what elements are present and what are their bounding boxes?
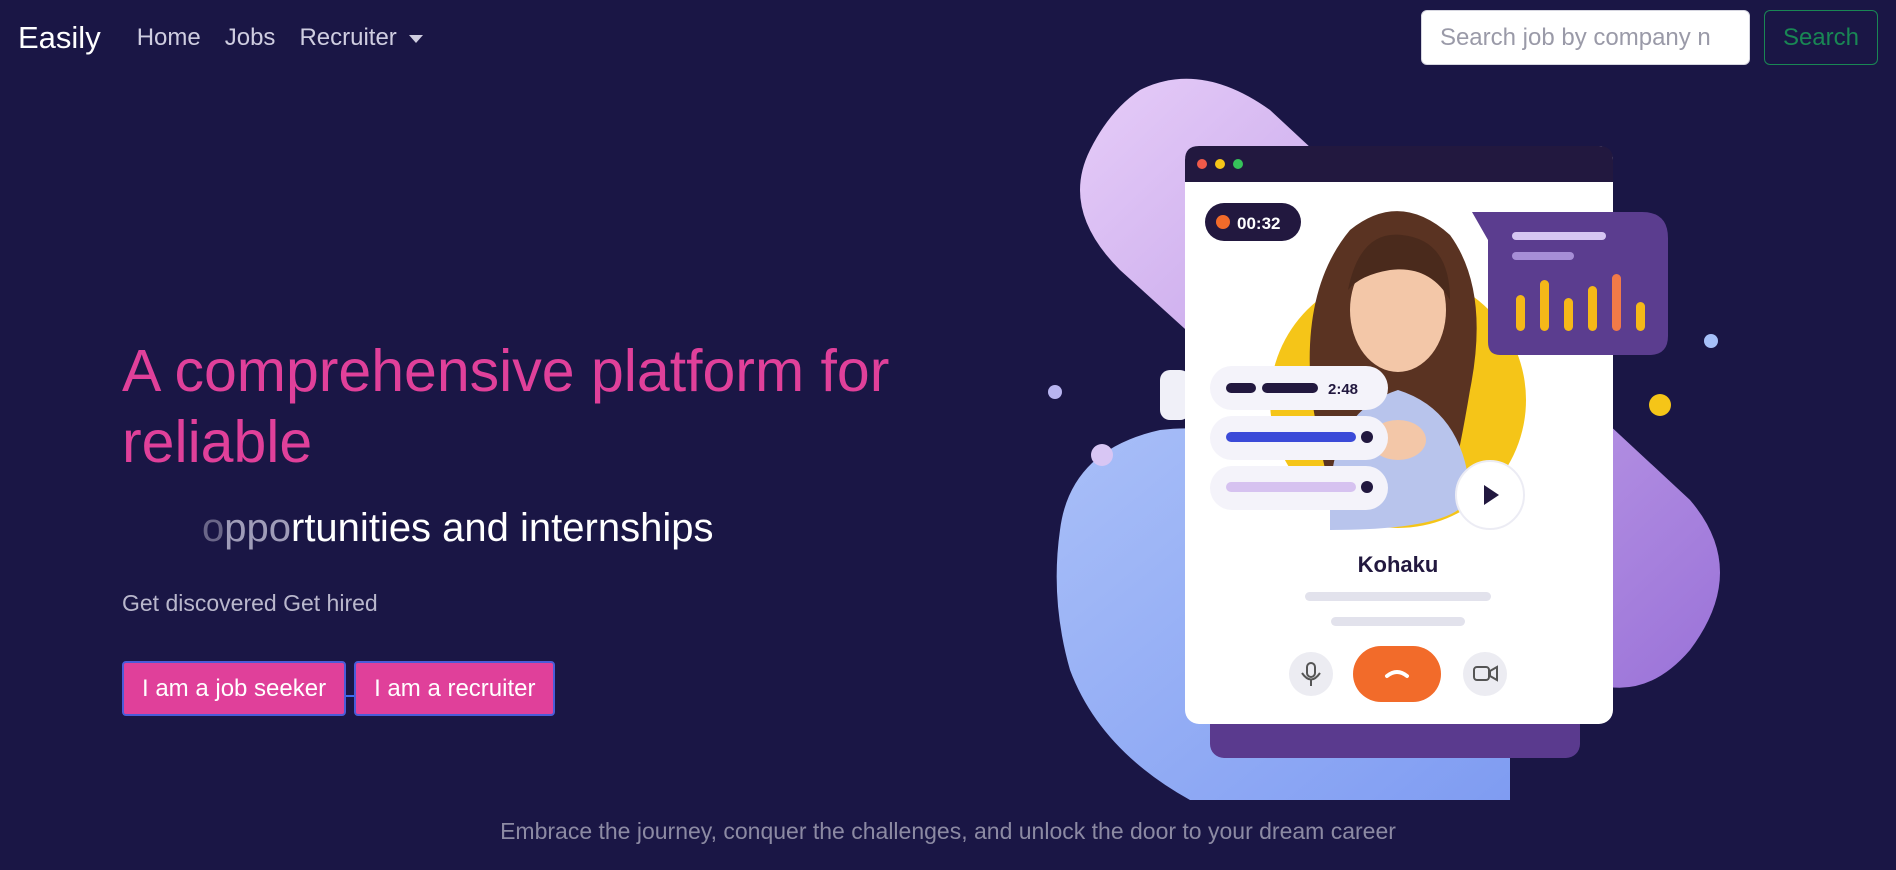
- stats-bar: [1588, 286, 1597, 331]
- stats-bar: [1636, 302, 1645, 331]
- recording-dot-icon: [1216, 215, 1230, 229]
- hero-title: A comprehensive platform for reliable: [122, 338, 890, 475]
- window-minimize-dot-icon: [1215, 159, 1225, 169]
- hero-subtitle: opportunities and internships: [122, 506, 713, 551]
- nav-dropdown-recruiter[interactable]: Recruiter: [299, 24, 423, 52]
- caret-down-icon: [408, 35, 423, 43]
- dot-decoration: [1091, 444, 1113, 466]
- search-input[interactable]: [1420, 10, 1750, 65]
- audio-message-3: [1210, 466, 1388, 510]
- stats-bar: [1564, 298, 1573, 331]
- caller-name-text: Kohaku: [1358, 552, 1439, 577]
- recruiter-button[interactable]: I am a recruiter: [354, 661, 556, 716]
- hero-subtitle-text: rtunities and internships: [291, 506, 714, 550]
- audio-message-1: 2:48: [1210, 366, 1388, 410]
- stats-bar: [1612, 274, 1621, 331]
- call-timer-text: 00:32: [1237, 214, 1280, 233]
- window-close-dot-icon: [1197, 159, 1207, 169]
- brand-logo[interactable]: Easily: [18, 20, 101, 56]
- dot-decoration: [1048, 385, 1062, 399]
- stats-title-bar: [1512, 232, 1606, 240]
- hero-illustration: 00:32 2:48 Kohaku: [1048, 78, 1720, 800]
- dot-decoration: [1704, 334, 1718, 348]
- job-seeker-button[interactable]: I am a job seeker: [122, 661, 347, 716]
- placeholder-line: [1331, 617, 1465, 626]
- stats-subtitle-bar: [1512, 252, 1574, 260]
- dot-decoration: [1649, 394, 1671, 416]
- footer-tagline: Embrace the journey, conquer the challen…: [500, 818, 1396, 844]
- hero-cta-group: I am a job seeker I am a recruiter: [122, 661, 556, 716]
- hero-subtitle-fade-start: o: [202, 506, 225, 550]
- stats-bar: [1540, 280, 1549, 331]
- nav-dropdown-recruiter-label: Recruiter: [299, 24, 397, 51]
- audio-length-text: 2:48: [1328, 381, 1358, 398]
- hero-subtitle-fade: ppo: [224, 506, 291, 550]
- nav-link-jobs[interactable]: Jobs: [225, 24, 276, 52]
- microphone-button[interactable]: [1289, 652, 1333, 696]
- stats-card: [1472, 212, 1668, 355]
- audio-message-2: [1210, 416, 1388, 460]
- search-button[interactable]: Search: [1763, 10, 1878, 65]
- button-divider: [346, 694, 355, 697]
- placeholder-line: [1305, 592, 1491, 601]
- nav-link-home[interactable]: Home: [137, 24, 201, 52]
- search-form: Search: [1420, 10, 1878, 65]
- hero-tagline: Get discovered Get hired: [122, 590, 378, 616]
- window-maximize-dot-icon: [1233, 159, 1243, 169]
- camera-button[interactable]: [1463, 652, 1507, 696]
- top-navbar: Easily Home Jobs Recruiter Search: [0, 0, 1896, 76]
- stats-bar: [1516, 295, 1525, 331]
